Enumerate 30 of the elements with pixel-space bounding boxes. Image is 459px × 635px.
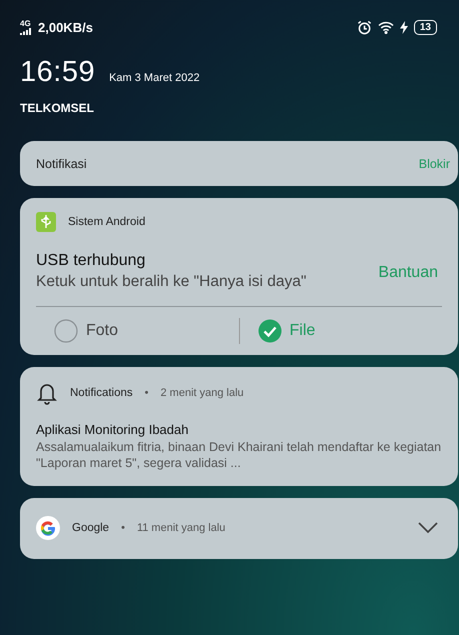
alarm-icon	[356, 20, 372, 34]
clock-time: 16:59	[20, 56, 96, 89]
notification-text: Ketuk untuk beralih ke "Hanya isi daya"	[36, 273, 306, 291]
battery-level: 13	[414, 20, 437, 34]
separator-dot: •	[144, 387, 148, 399]
notification-card[interactable]: Notifications • 2 menit yang lalu Aplikasi Monitoring Ibadah Assalamualaikum fitria, binaan Devi Khairani telah mendaftar ke kegiatan "Laporan maret 5", segera validasi ...	[20, 367, 458, 486]
bell-icon	[36, 381, 58, 405]
wifi-icon	[378, 20, 394, 34]
usb-mode-option[interactable]: Foto	[36, 307, 238, 355]
app-name: Sistem Android	[68, 216, 146, 228]
expand-icon[interactable]	[418, 522, 438, 534]
app-name: Notifications	[70, 387, 133, 399]
notification-text: Assalamualaikum fitria, binaan Devi Khairani telah mendaftar ke kegiatan "Laporan maret 5", segera validasi ...	[35, 439, 442, 472]
notification-time: 11 menit yang lalu	[136, 522, 226, 534]
notification-time: 2 menit yang lalu	[160, 387, 244, 399]
separator-dot: •	[121, 522, 125, 534]
charging-icon	[400, 20, 408, 34]
signal-icon	[20, 28, 32, 34]
usb-notification-card[interactable]: Sistem Android USB terhubung Ketuk untuk beralih ke "Hanya isi daya" Bantuan Foto File	[20, 198, 458, 355]
google-logo-icon	[36, 516, 60, 540]
settings-label: Notifikasi	[36, 156, 87, 170]
notification-title: USB terhubung	[36, 252, 146, 270]
network-speed: 2,00KB/s	[38, 20, 93, 34]
network-type: 4G	[20, 20, 31, 28]
notification-title: Aplikasi Monitoring Ibadah	[35, 421, 190, 437]
carrier-name: TELKOMSEL	[19, 100, 95, 115]
date-text: Kam 3 Maret 2022	[109, 72, 200, 84]
notification-card[interactable]: Google • 11 menit yang lalu	[20, 498, 458, 558]
usb-icon	[36, 212, 56, 232]
app-name: Google	[72, 522, 110, 534]
